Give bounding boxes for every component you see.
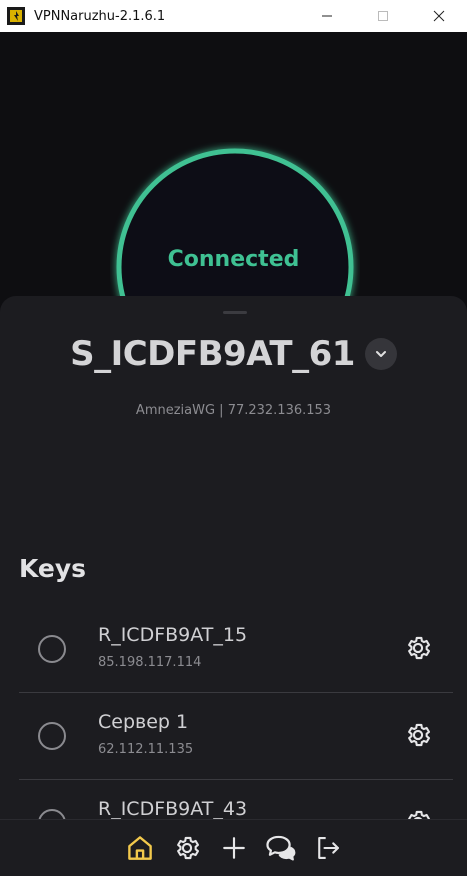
maximize-button[interactable] xyxy=(355,0,411,32)
drag-handle[interactable] xyxy=(223,311,247,314)
server-protocol-ip: AmneziaWG | 77.232.136.153 xyxy=(135,403,332,418)
app-logo-icon xyxy=(7,7,25,25)
window-controls xyxy=(299,0,467,32)
keys-heading: Keys xyxy=(19,554,87,583)
close-icon xyxy=(433,10,445,22)
settings-icon xyxy=(176,836,199,860)
connection-status: Connected xyxy=(167,247,300,272)
nav-add-button[interactable] xyxy=(210,825,257,871)
nav-logout-button[interactable] xyxy=(304,825,351,871)
nav-home-button[interactable] xyxy=(116,825,163,871)
add-icon xyxy=(222,837,245,859)
minimize-icon xyxy=(322,15,332,17)
nav-support-button[interactable] xyxy=(257,825,304,871)
window-title: VPNNaruzhu-2.1.6.1 xyxy=(34,8,166,24)
list-item[interactable]: Сервер 1 62.112.11.135 xyxy=(19,693,453,780)
server-name: S_ICDFB9AT_61 xyxy=(70,334,355,374)
support-chat-icon xyxy=(265,835,295,861)
logout-icon xyxy=(317,837,339,859)
close-button[interactable] xyxy=(411,0,467,32)
key-radio[interactable] xyxy=(38,722,66,750)
gear-icon xyxy=(408,636,431,660)
key-settings-button[interactable] xyxy=(403,720,433,750)
servers-bottom-sheet: S_ICDFB9AT_61 AmneziaWG | 77.232.136.153… xyxy=(0,296,467,875)
bottom-nav xyxy=(0,819,467,876)
key-radio[interactable] xyxy=(38,635,66,663)
key-settings-button[interactable] xyxy=(403,633,433,663)
key-ip: 85.198.117.114 xyxy=(98,655,202,670)
maximize-icon xyxy=(378,11,388,21)
key-name: R_ICDFB9AT_15 xyxy=(98,624,248,646)
window-titlebar: VPNNaruzhu-2.1.6.1 xyxy=(0,0,467,32)
gear-icon xyxy=(408,723,431,747)
home-icon xyxy=(127,836,152,860)
list-item[interactable]: R_ICDFB9AT_15 85.198.117.114 xyxy=(19,606,453,693)
chevron-down-icon xyxy=(375,351,386,357)
key-name: Сервер 1 xyxy=(98,711,189,733)
key-name: R_ICDFB9AT_43 xyxy=(98,798,248,820)
key-ip: 62.112.11.135 xyxy=(98,742,194,757)
nav-settings-button[interactable] xyxy=(163,825,210,871)
server-selector[interactable]: S_ICDFB9AT_61 xyxy=(0,334,467,374)
server-dropdown-button[interactable] xyxy=(364,338,397,370)
minimize-button[interactable] xyxy=(299,0,355,32)
